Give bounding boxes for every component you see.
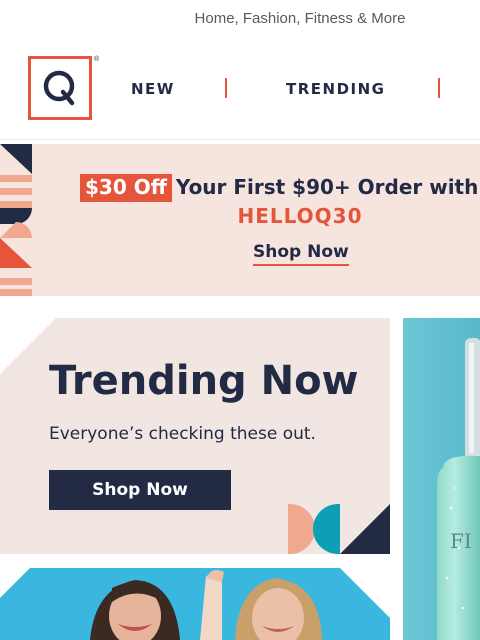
nav-trending[interactable]: TRENDING — [286, 80, 385, 98]
card-corner-cut — [0, 318, 56, 374]
decorative-shapes-icon — [288, 504, 390, 554]
serum-bottle-image: FI — [403, 318, 480, 640]
promo-banner[interactable]: $30 Off Your First $90+ Order with C HELL… — [0, 144, 480, 296]
hero-shop-now-button[interactable]: Shop Now — [49, 470, 231, 510]
site-header: ® NEW TRENDING — [0, 40, 480, 140]
promo-badge: $30 Off — [80, 174, 172, 202]
registered-mark: ® — [94, 56, 100, 63]
category-links[interactable]: Home, Fashion, Fitness & More — [0, 10, 480, 27]
nav-divider — [225, 78, 227, 98]
nav-divider — [438, 78, 440, 98]
promo-shop-now-link[interactable]: Shop Now — [253, 242, 349, 266]
top-category-bar: Home, Fashion, Fitness & More — [0, 0, 480, 40]
nav-new[interactable]: NEW — [131, 80, 175, 98]
fashion-models-image[interactable] — [0, 568, 390, 640]
models-photo-image — [0, 568, 390, 640]
product-image-serum[interactable]: FI — [403, 318, 480, 640]
promo-headline: $30 Off Your First $90+ Order with C — [80, 174, 480, 202]
promo-headline-text: Your First $90+ Order with C — [175, 175, 480, 199]
q-logo-icon — [43, 70, 75, 106]
hero-subtitle: Everyone’s checking these out. — [49, 424, 316, 444]
svg-text:FI: FI — [450, 529, 472, 553]
trending-hero-card[interactable]: Trending Now Everyone’s checking these o… — [0, 318, 390, 554]
qvc-logo[interactable] — [28, 56, 92, 120]
hero-title: Trending Now — [49, 358, 359, 404]
promo-code: HELLOQ30 — [237, 204, 363, 228]
